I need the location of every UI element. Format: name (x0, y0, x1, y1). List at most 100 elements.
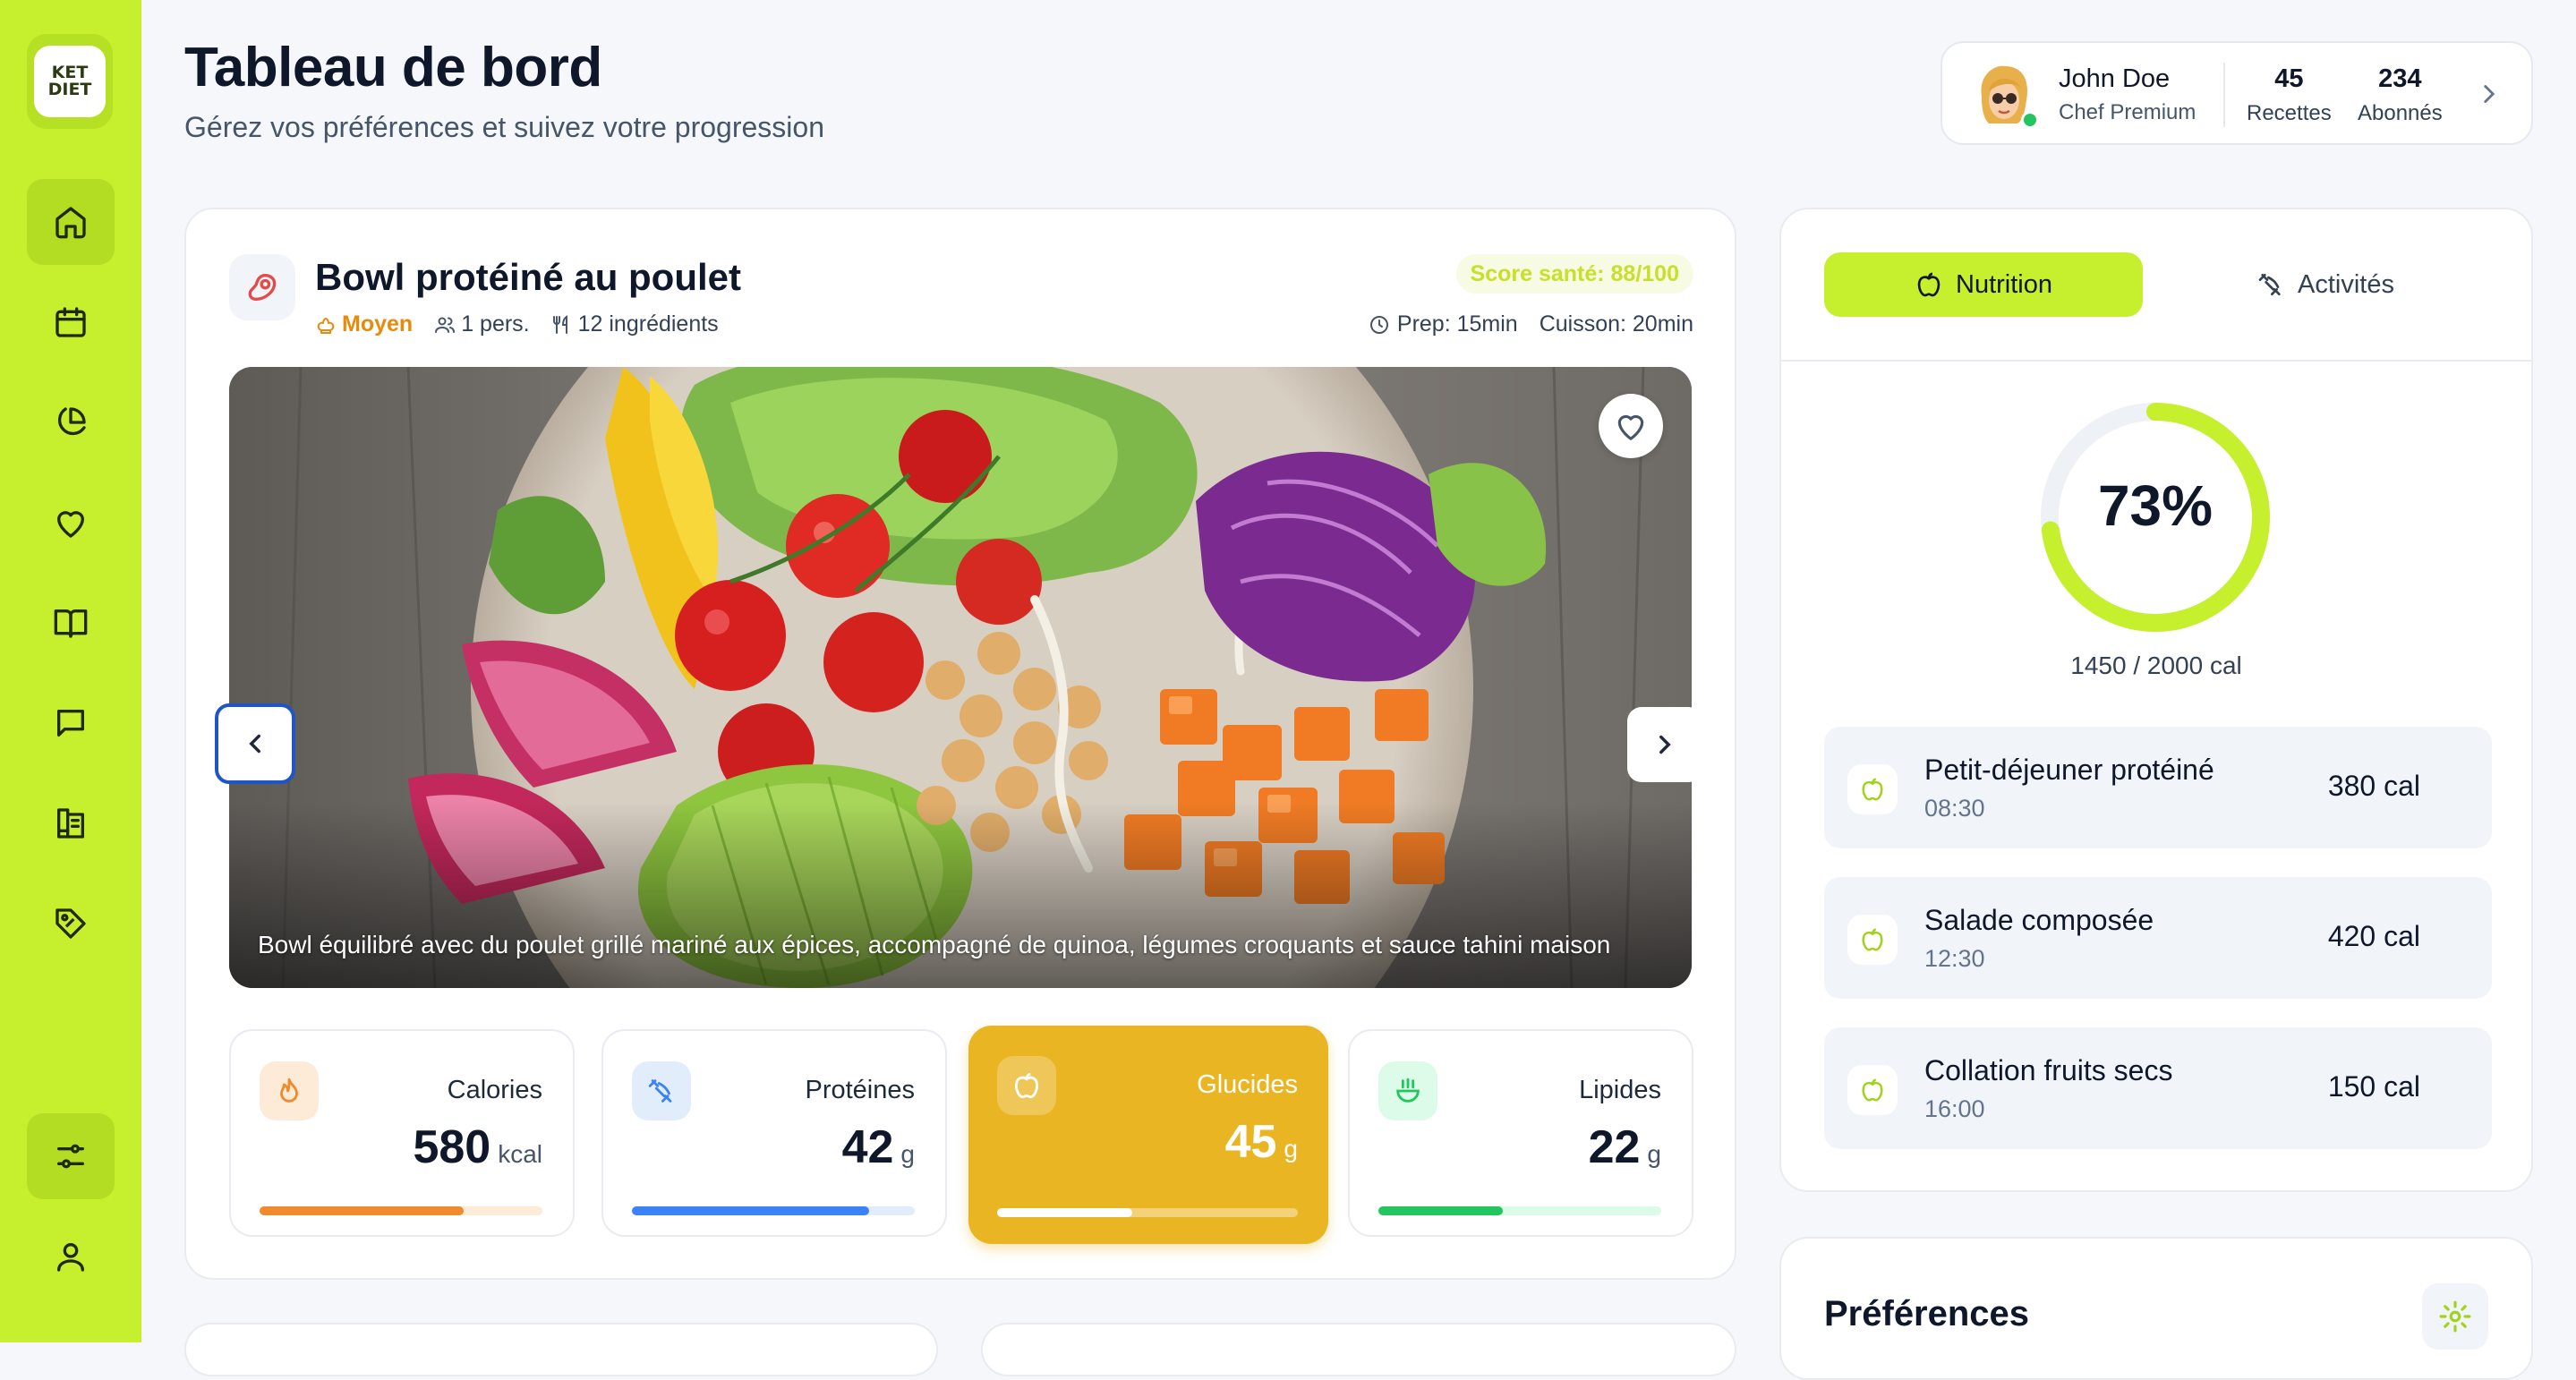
sidebar-item-calendar[interactable] (27, 279, 115, 365)
preferences-settings-button[interactable] (2422, 1283, 2488, 1350)
preferences-card: Préférences (1779, 1237, 2533, 1380)
profile-name: John Doe (2059, 64, 2171, 93)
nutrient-card-carbs[interactable]: Glucides 45 g (968, 1026, 1328, 1244)
logo-text-bottom: DIET (47, 80, 92, 99)
nutrient-value: 580 kcal (413, 1120, 542, 1174)
tab-nutrition-label: Nutrition (1956, 269, 2052, 299)
secondary-card-left (184, 1323, 938, 1376)
nutrient-unit: g (900, 1140, 915, 1168)
online-indicator (2021, 111, 2039, 129)
meal-calories: 420 cal (2327, 920, 2420, 952)
meal-name: Petit-déjeuner protéiné (1924, 754, 2214, 786)
apple-icon (1862, 928, 1883, 951)
recipe-book-icon (57, 808, 85, 839)
recipe-servings: 1 pers. (434, 311, 530, 337)
recipe-title: Bowl protéiné au poulet (315, 256, 742, 298)
nutrient-progress-fill (632, 1206, 870, 1215)
meat-icon (248, 274, 277, 301)
nutrient-value: 45 g (1225, 1115, 1298, 1169)
nutrient-progress-bar (632, 1206, 915, 1215)
nutrient-progress-bar (260, 1206, 542, 1215)
recipe-servings-text: 1 pers. (461, 311, 530, 336)
meal-item[interactable]: Salade composée 12:30 420 cal (1824, 877, 2492, 999)
profile-recipes-stat: 45 Recettes (2247, 64, 2332, 126)
nutrient-label: Glucides (1197, 1070, 1298, 1099)
nutrient-number: 580 (413, 1121, 491, 1173)
recipe-times: Prep: 15min Cuisson: 20min (1369, 311, 1693, 337)
tab-nutrition[interactable]: Nutrition (1824, 252, 2143, 317)
recipe-card: Bowl protéiné au poulet Moyen 1 pers. 12… (184, 208, 1736, 1280)
calendar-icon (55, 307, 86, 337)
nutrient-card-proteins[interactable]: Protéines 42 g (601, 1029, 947, 1237)
sidebar-item-stats[interactable] (27, 379, 115, 465)
nutrient-progress-bar (997, 1208, 1298, 1217)
app-logo[interactable]: KET DIET (27, 34, 113, 129)
sidebar-item-settings[interactable] (27, 1113, 115, 1199)
chevron-left-icon (249, 734, 260, 754)
nutrient-card-calories[interactable]: Calories 580 kcal (229, 1029, 575, 1237)
protein-icon (648, 1079, 672, 1103)
profile-followers-stat: 234 Abonnés (2358, 64, 2443, 126)
meal-name: Salade composée (1924, 904, 2154, 936)
chevron-right-icon (2484, 85, 2495, 103)
sidebar-item-favorites[interactable] (27, 480, 115, 566)
chevron-right-icon (1659, 735, 1671, 754)
pie-chart-icon (57, 407, 86, 436)
nutrient-card-lipids[interactable]: Lipides 22 g (1348, 1029, 1693, 1237)
nutrient-icon-badge (632, 1061, 691, 1120)
favorite-button[interactable] (1599, 394, 1663, 458)
sidebar-item-messages[interactable] (27, 680, 115, 766)
profile-role: Chef Premium (2059, 100, 2196, 124)
meal-icon-badge (1847, 915, 1898, 965)
followers-label: Abonnés (2358, 101, 2443, 125)
profile-divider (2223, 63, 2225, 127)
page-subtitle: Gérez vos préférences et suivez votre pr… (184, 111, 824, 143)
dumbbell-icon (2258, 274, 2281, 295)
apple-icon (1862, 1078, 1883, 1102)
meal-item[interactable]: Petit-déjeuner protéiné 08:30 380 cal (1824, 727, 2492, 848)
recipe-description: Bowl équilibré avec du poulet grillé mar… (258, 931, 1611, 958)
meal-calories: 150 cal (2327, 1070, 2420, 1103)
profile-card[interactable]: John Doe Chef Premium 45 Recettes 234 Ab… (1941, 41, 2533, 145)
user-icon (57, 1243, 85, 1272)
nutrient-icon-badge (260, 1061, 319, 1120)
nutrient-label: Lipides (1579, 1076, 1661, 1104)
nutrient-number: 22 (1588, 1121, 1641, 1173)
meal-icon-badge (1847, 1065, 1898, 1115)
tag-icon (55, 908, 86, 939)
recipe-ingredients-text: 12 ingrédients (577, 311, 719, 336)
home-icon (55, 207, 86, 239)
recipe-ingredients: 12 ingrédients (551, 311, 719, 337)
recipes-label: Recettes (2247, 101, 2332, 125)
meal-icon-badge (1847, 764, 1898, 814)
tab-activities-label: Activités (2298, 269, 2394, 299)
nutrient-value: 42 g (842, 1120, 915, 1174)
next-image-button[interactable] (1627, 707, 1692, 782)
sidebar: KET DIET (0, 0, 141, 1342)
previous-image-button[interactable] (215, 703, 295, 784)
utensils-icon (552, 314, 567, 334)
nutrition-panel: Nutrition Activités 73% 1450 / 2000 cal … (1779, 208, 2533, 1192)
gear-icon (2439, 1300, 2471, 1333)
calorie-total: 1450 / 2000 cal (2070, 652, 2242, 679)
sidebar-item-offers[interactable] (27, 881, 115, 967)
nutrient-label: Protéines (805, 1076, 915, 1104)
health-score-badge: Score santé: 88/100 (1455, 254, 1693, 294)
meal-time: 08:30 (1924, 795, 1985, 822)
recipe-type-badge (229, 254, 295, 320)
apple-icon (1917, 272, 1941, 297)
nutrient-value: 22 g (1589, 1120, 1661, 1174)
nutrient-number: 42 (841, 1121, 894, 1173)
tab-activities[interactable]: Activités (2166, 252, 2485, 317)
profile-chevron-button[interactable] (2474, 79, 2504, 109)
sidebar-item-library[interactable] (27, 580, 115, 666)
sidebar-item-home[interactable] (27, 179, 115, 265)
prep-time: Prep: 15min (1396, 311, 1518, 336)
recipe-photo (229, 367, 1692, 988)
sidebar-item-profile[interactable] (27, 1214, 115, 1299)
sidebar-item-recipes[interactable] (27, 780, 115, 866)
nutrient-icon-badge (1378, 1061, 1437, 1120)
flame-icon (280, 1078, 298, 1103)
cook-time: Cuisson: 20min (1539, 311, 1693, 336)
meal-item[interactable]: Collation fruits secs 16:00 150 cal (1824, 1027, 2492, 1149)
